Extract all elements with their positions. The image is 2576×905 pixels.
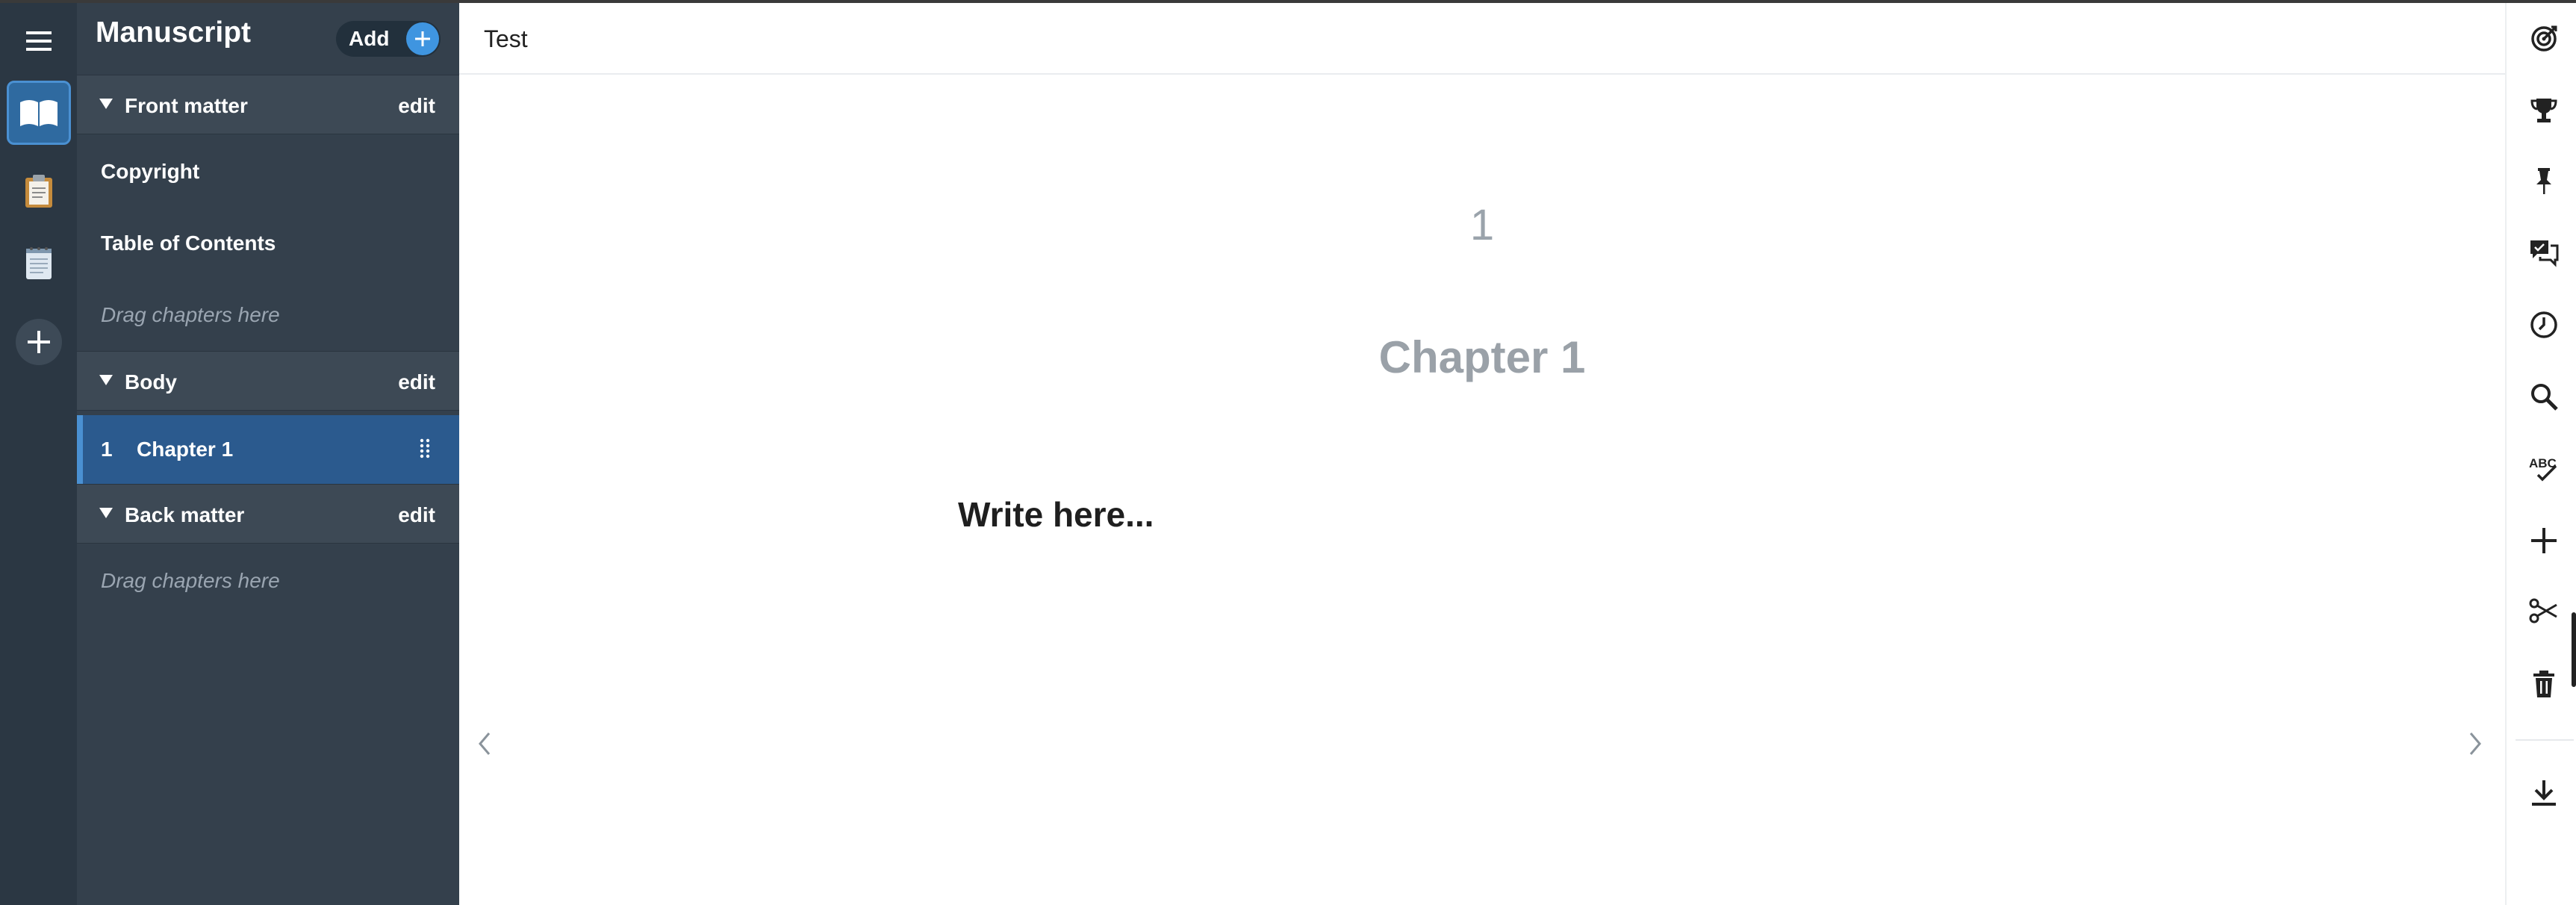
- search-button[interactable]: [2523, 376, 2565, 417]
- spellcheck-button[interactable]: ABC: [2523, 448, 2565, 490]
- pin-button[interactable]: [2523, 160, 2565, 202]
- plus-icon: [2529, 526, 2559, 556]
- spellcheck-icon: ABC: [2527, 454, 2560, 484]
- insert-button[interactable]: [2523, 520, 2565, 562]
- scissors-icon: [2528, 596, 2560, 626]
- selection-indicator: [77, 415, 83, 484]
- notepad-icon: [24, 245, 54, 281]
- menu-icon: [26, 31, 52, 51]
- drag-hint-front-matter: Drag chapters here: [101, 303, 280, 326]
- edit-back-matter-button[interactable]: edit: [398, 503, 435, 527]
- document-header: Test: [459, 3, 2505, 75]
- window-resize-handle[interactable]: [2572, 612, 2576, 687]
- caret-down-icon: [99, 375, 113, 385]
- chapter-number: 1: [101, 438, 113, 461]
- trash-icon: [2529, 669, 2559, 699]
- section-title: Body: [125, 370, 177, 394]
- section-title: Front matter: [125, 94, 248, 117]
- plus-circle-icon: [406, 22, 439, 55]
- section-back-matter[interactable]: Back matter edit: [77, 484, 459, 544]
- drag-handle-icon[interactable]: [419, 438, 431, 460]
- sidebar-item-table-of-contents[interactable]: Table of Contents: [101, 231, 276, 255]
- comments-button[interactable]: [2523, 231, 2565, 273]
- sidebar-item-copyright[interactable]: Copyright: [101, 160, 199, 184]
- history-button[interactable]: [2523, 304, 2565, 346]
- drag-hint-back-matter: Drag chapters here: [101, 569, 280, 592]
- manuscript-view-button[interactable]: [7, 81, 71, 145]
- left-rail: [0, 0, 77, 905]
- sidebar-header: Manuscript Add: [77, 0, 459, 75]
- chapter-name: Chapter 1: [137, 438, 234, 461]
- window-top-edge: [0, 0, 2576, 3]
- add-workspace-button[interactable]: [16, 319, 62, 365]
- section-title: Back matter: [125, 503, 245, 526]
- pin-icon: [2529, 166, 2559, 196]
- toolbar-divider: [2516, 739, 2574, 741]
- menu-button[interactable]: [16, 22, 61, 60]
- section-body[interactable]: Body edit: [77, 351, 459, 411]
- next-chapter-icon[interactable]: [2466, 729, 2486, 759]
- sidebar-title: Manuscript: [96, 16, 252, 49]
- edit-front-matter-button[interactable]: edit: [398, 94, 435, 118]
- split-chapter-button[interactable]: [2523, 590, 2565, 632]
- search-icon: [2529, 382, 2559, 411]
- export-button[interactable]: [2523, 772, 2565, 814]
- clipboard-icon: [24, 173, 54, 209]
- right-toolbar: ABC: [2505, 0, 2576, 905]
- goals-icon: [2529, 24, 2559, 54]
- manuscript-sidebar: Manuscript Add Front matter edit Copyrig…: [77, 0, 459, 905]
- book-open-icon: [19, 98, 59, 128]
- edit-body-button[interactable]: edit: [398, 370, 435, 394]
- notes-button[interactable]: [16, 169, 61, 214]
- comments-icon: [2528, 237, 2560, 267]
- notepad-button[interactable]: [16, 240, 61, 285]
- delete-button[interactable]: [2523, 663, 2565, 705]
- achievements-button[interactable]: [2523, 90, 2565, 131]
- history-icon: [2529, 310, 2559, 340]
- plus-icon: [26, 329, 52, 355]
- add-button-label: Add: [349, 27, 390, 50]
- trophy-icon: [2529, 96, 2559, 125]
- sidebar-item-chapter-1[interactable]: 1 Chapter 1: [77, 415, 459, 484]
- caret-down-icon: [99, 99, 113, 109]
- document-title[interactable]: Test: [484, 25, 528, 53]
- editor-text-area[interactable]: Write here...: [958, 494, 1154, 535]
- chapter-page-number: 1: [1469, 201, 1495, 249]
- caret-down-icon: [99, 508, 113, 518]
- download-icon: [2529, 778, 2559, 808]
- goals-button[interactable]: [2523, 18, 2565, 60]
- previous-chapter-icon[interactable]: [474, 729, 494, 759]
- add-chapter-button[interactable]: Add: [336, 21, 441, 57]
- chapter-title[interactable]: Chapter 1: [459, 332, 2505, 383]
- editor-area: Test 1 Chapter 1 Write here...: [459, 0, 2505, 905]
- section-front-matter[interactable]: Front matter edit: [77, 75, 459, 134]
